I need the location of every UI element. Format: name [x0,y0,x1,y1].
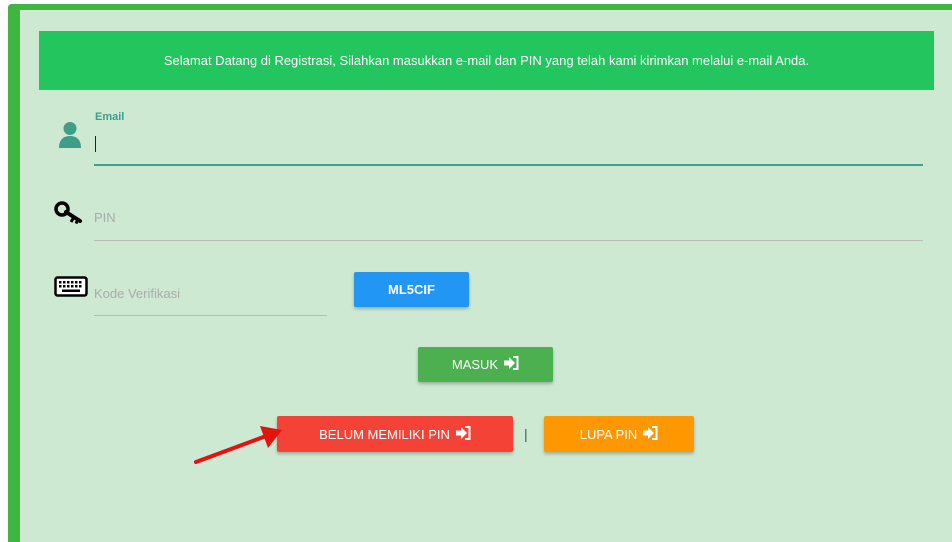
keyboard-icon [54,276,88,303]
captcha-code-button[interactable]: ML5CIF [354,272,469,307]
verification-code-input[interactable]: Kode Verifikasi [94,283,327,319]
annotation-arrow-icon [194,426,282,464]
welcome-banner: Selamat Datang di Registrasi, Silahkan m… [39,31,934,90]
key-icon [54,200,84,229]
login-button-label: MASUK [451,357,499,372]
email-underline [94,164,923,166]
user-icon [58,121,82,154]
forgot-pin-button-label: LUPA PIN [579,426,638,442]
pin-placeholder: PIN [94,210,116,225]
verification-underline [94,315,327,316]
sign-in-icon [637,425,658,443]
no-pin-button-label: BELUM MEMILIKI PIN [319,426,450,442]
email-input[interactable] [94,128,923,166]
sign-in-icon [450,425,471,443]
no-pin-button[interactable]: BELUM MEMILIKI PIN [277,416,513,452]
email-label: Email [95,111,125,123]
button-separator: | [524,426,528,442]
forgot-pin-button[interactable]: LUPA PIN [544,416,694,452]
captcha-code-text: ML5CIF [388,282,435,297]
login-button[interactable]: MASUK [418,347,553,382]
sign-in-icon [498,356,519,373]
pin-underline [94,240,923,241]
pin-input[interactable]: PIN [94,205,923,243]
verification-placeholder: Kode Verifikasi [94,286,180,301]
welcome-banner-text: Selamat Datang di Registrasi, Silahkan m… [163,53,810,68]
text-caret [95,136,96,152]
